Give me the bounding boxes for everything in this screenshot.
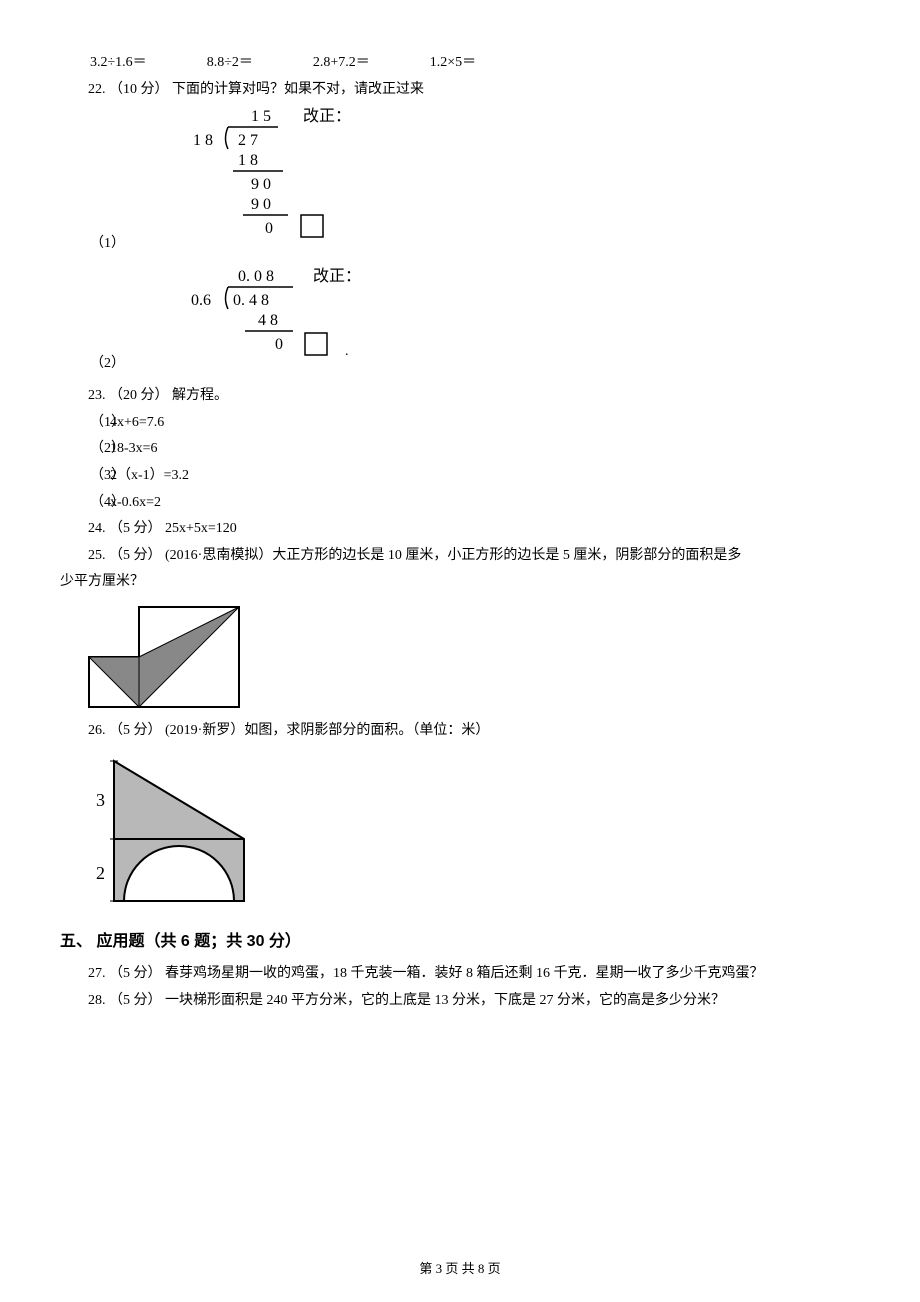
q23-item2: （2） 18-3x=6	[60, 436, 860, 463]
q23-item1-label: （1）	[90, 410, 125, 437]
q23-item3-label: （3）	[90, 463, 125, 490]
q23-item4-label: （4）	[90, 490, 125, 517]
q26-fig-svg: 3 2	[84, 751, 264, 911]
q28-line: 28. （5 分） 一块梯形面积是 240 平方分米，它的上底是 13 分米，下…	[60, 988, 860, 1015]
q23-line: 23. （20 分） 解方程。	[60, 383, 860, 410]
shade-1	[89, 657, 139, 707]
q26-label-bottom: 2	[96, 863, 105, 883]
equation-d: 1.2×5＝	[430, 50, 476, 77]
fig1-step3: 9 0	[251, 196, 271, 213]
fig1-correct-label: 改正：	[303, 107, 351, 125]
fig1-remainder: 0	[265, 220, 273, 237]
q25-fig-wrap	[60, 596, 860, 718]
fig2-correct-label: 改正：	[313, 267, 361, 285]
fig2-trail-dot: .	[345, 344, 349, 359]
equation-b: 8.8÷2＝	[207, 50, 253, 77]
q26-shaded-group	[114, 761, 244, 901]
fig1-step1: 1 8	[238, 152, 258, 169]
q27-line: 27. （5 分） 春芽鸡场星期一收的鸡蛋，18 千克装一箱．装好 8 箱后还剩…	[60, 961, 860, 988]
fig2-quotient: 0. 0 8	[238, 268, 274, 285]
fig1-step2: 9 0	[251, 176, 271, 193]
q23-item1: （1） 4x+6=7.6	[60, 410, 860, 437]
q26-label-top: 3	[96, 790, 105, 810]
q25-fig-svg	[84, 602, 254, 712]
equation-row: 3.2÷1.6＝ 8.8÷2＝ 2.8+7.2＝ 1.2×5＝	[60, 50, 860, 77]
q22-sub2-label: （2）	[90, 351, 125, 384]
fig1-dividend: 2 7	[238, 132, 258, 149]
equation-a: 3.2÷1.6＝	[90, 50, 147, 77]
q22-fig1-svg: 1 5 1 8 2 7 1 8 9 0 9 0 0 改正：	[133, 103, 363, 263]
fig2-remainder: 0	[275, 336, 283, 353]
fig1-checkbox[interactable]	[301, 215, 323, 237]
page-number: 第 3 页 共 8 页	[0, 1257, 920, 1282]
fig2-paren-icon	[226, 287, 229, 309]
q26-line: 26. （5 分） (2019·新罗）如图，求阴影部分的面积。（单位：米）	[60, 718, 860, 745]
fig2-divisor: 0.6	[191, 292, 211, 309]
shade-2	[139, 607, 239, 707]
fig1-paren-icon	[226, 127, 229, 149]
equation-c: 2.8+7.2＝	[313, 50, 370, 77]
q22-line: 22. （10 分） 下面的计算对吗？如果不对，请改正过来	[60, 77, 860, 104]
q22-sub1-label: （1）	[90, 231, 125, 264]
fig1-quotient: 1 5	[251, 108, 271, 125]
q22-fig1-wrap: （1） 1 5 1 8 2 7 1 8 9 0 9 0 0 改正：	[60, 103, 860, 263]
fig1-divisor: 1 8	[193, 132, 213, 149]
fig2-step1: 4 8	[258, 312, 278, 329]
q22-fig2-svg: 0. 0 8 0.6 0. 4 8 4 8 0 改正： .	[133, 263, 383, 383]
page-container: 3.2÷1.6＝ 8.8÷2＝ 2.8+7.2＝ 1.2×5＝ 22. （10 …	[0, 0, 920, 1302]
q25-line2: 少平方厘米？	[60, 569, 860, 596]
fig2-checkbox[interactable]	[305, 333, 327, 355]
q24-line: 24. （5 分） 25x+5x=120	[60, 516, 860, 543]
section5-heading: 五、 应用题（共 6 题；共 30 分）	[60, 927, 860, 957]
q26-fig-wrap: 3 2	[60, 745, 860, 917]
q23-item3: （3） 2（x-1）=3.2	[60, 463, 860, 490]
q23-item2-label: （2）	[90, 436, 125, 463]
q23-item4: （4） x-0.6x=2	[60, 490, 860, 517]
fig2-dividend: 0. 4 8	[233, 292, 269, 309]
q22-fig2-wrap: （2） 0. 0 8 0.6 0. 4 8 4 8 0 改正： .	[60, 263, 860, 383]
q25-line1: 25. （5 分） (2016·思南模拟）大正方形的边长是 10 厘米，小正方形…	[60, 543, 860, 570]
